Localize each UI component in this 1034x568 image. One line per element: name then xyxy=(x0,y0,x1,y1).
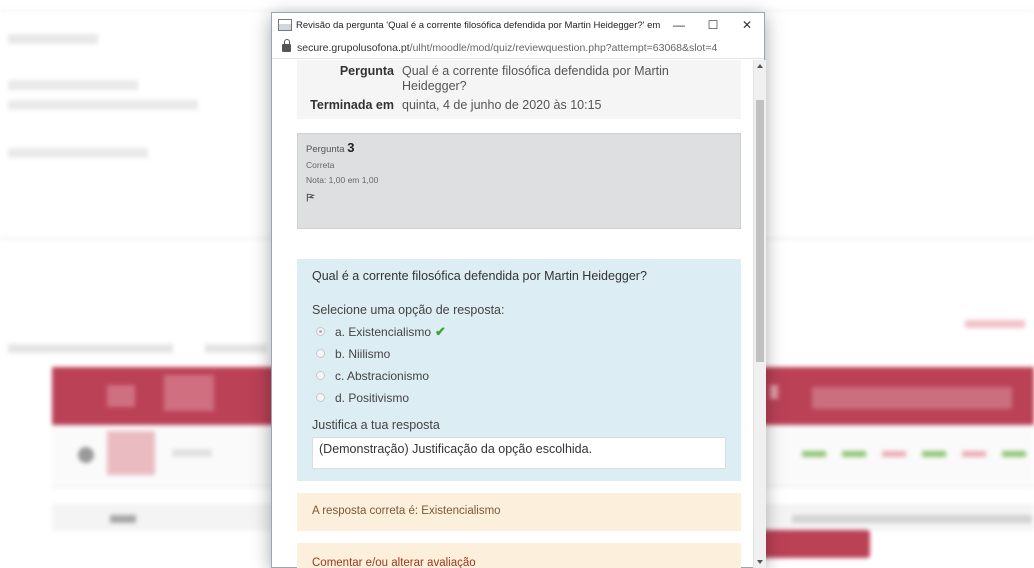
divider xyxy=(0,10,1034,11)
question-number: Pergunta 3 xyxy=(306,140,355,155)
blurred-text xyxy=(8,80,138,90)
summary-value: Qual é a corrente filosófica defendida p… xyxy=(402,64,669,93)
scroll-down-icon[interactable] xyxy=(757,560,763,564)
minimize-button[interactable]: — xyxy=(662,18,696,32)
url-host: secure.grupolusofona.pt xyxy=(297,41,410,54)
app-icon xyxy=(278,19,292,31)
question-formulation: Qual é a corrente filosófica defendida p… xyxy=(297,259,741,481)
radio[interactable] xyxy=(316,371,325,380)
blurred-link xyxy=(965,320,1025,328)
page-content: Pergunta Qual é a corrente filosófica de… xyxy=(272,60,766,568)
option-label: c. Abstracionismo xyxy=(335,368,430,383)
summary-value: quinta, 4 de junho de 2020 às 10:15 xyxy=(402,98,602,112)
answer-option-c[interactable]: c. Abstracionismo xyxy=(312,368,726,383)
scroll-up-icon[interactable] xyxy=(757,64,763,68)
scrollbar-thumb[interactable] xyxy=(756,100,764,362)
summary-label: Pergunta xyxy=(339,64,394,78)
review-popup-window: Revisão da pergunta 'Qual é a corrente f… xyxy=(271,12,766,568)
comment-box: Comentar e/ou alterar avaliação xyxy=(297,543,741,568)
radio-selected[interactable] xyxy=(316,327,325,336)
review-summary-table: Pergunta Qual é a corrente filosófica de… xyxy=(297,60,741,119)
question-text: Qual é a corrente filosófica defendida p… xyxy=(312,269,647,283)
justification-answer: (Demonstração) Justificação da opção esc… xyxy=(312,437,726,469)
radio[interactable] xyxy=(316,393,325,402)
question-grade: Nota: 1,00 em 1,00 xyxy=(306,175,379,185)
question-state: Correta xyxy=(306,160,335,170)
comment-grade-link[interactable]: Comentar e/ou alterar avaliação xyxy=(312,557,476,568)
summary-row-question: Pergunta Qual é a corrente filosófica de… xyxy=(297,62,741,96)
right-answer-feedback: A resposta correta é: Existencialismo xyxy=(297,493,741,531)
radio[interactable] xyxy=(316,349,325,358)
blurred-text xyxy=(8,344,173,353)
lock-icon xyxy=(282,38,291,52)
justification-label: Justifica a tua resposta xyxy=(312,418,440,432)
option-label: a. Existencialismo xyxy=(335,324,432,339)
flag-icon[interactable] xyxy=(306,193,315,202)
answer-option-d[interactable]: d. Positivismo xyxy=(312,390,726,405)
address-bar[interactable]: secure.grupolusofona.pt/ulht/moodle/mod/… xyxy=(272,37,764,59)
option-label: b. Niilismo xyxy=(335,346,391,361)
answer-prompt: Selecione uma opção de resposta: xyxy=(312,303,505,317)
summary-row-finished: Terminada em quinta, 4 de junho de 2020 … xyxy=(297,96,741,115)
answer-option-a[interactable]: a. Existencialismo ✔ xyxy=(312,324,726,339)
question-info-box: Pergunta 3 Correta Nota: 1,00 em 1,00 xyxy=(297,133,741,229)
answer-option-b[interactable]: b. Niilismo xyxy=(312,346,726,361)
url-path: /ulht/moodle/mod/quiz/reviewquestion.php… xyxy=(409,41,718,54)
blurred-text xyxy=(8,34,98,44)
close-button[interactable]: ✕ xyxy=(730,18,764,32)
maximize-button[interactable]: ☐ xyxy=(696,18,730,32)
blurred-text xyxy=(8,100,198,110)
option-label: d. Positivismo xyxy=(335,390,410,405)
window-titlebar: Revisão da pergunta 'Qual é a corrente f… xyxy=(272,13,764,37)
vertical-scrollbar[interactable] xyxy=(753,60,766,568)
blurred-text xyxy=(205,344,267,353)
correct-check-icon: ✔ xyxy=(435,323,446,339)
window-title: Revisão da pergunta 'Qual é a corrente f… xyxy=(296,19,662,31)
summary-label: Terminada em xyxy=(310,98,394,112)
blurred-text xyxy=(8,148,148,158)
